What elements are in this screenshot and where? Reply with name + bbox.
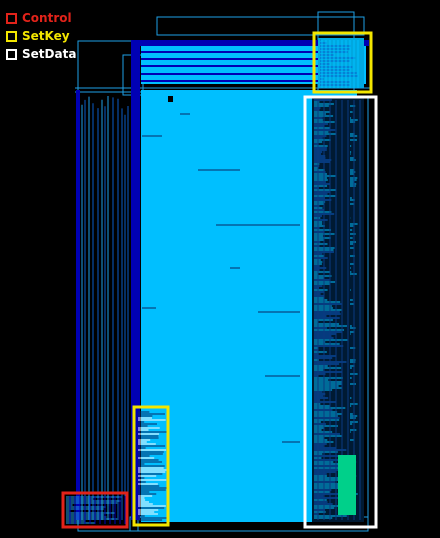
legend-label-control: Control	[22, 11, 72, 25]
legend-item-setdata: SetData	[6, 45, 76, 63]
legend: Control SetKey SetData	[6, 9, 76, 63]
bottom-left-wires	[66, 496, 126, 524]
left-vertical-wires	[76, 90, 129, 520]
chip-layout	[61, 11, 378, 532]
legend-swatch-setdata	[6, 48, 17, 60]
right-green-patch	[338, 455, 356, 515]
legend-item-setkey: SetKey	[6, 27, 76, 45]
legend-swatch-control	[6, 12, 17, 24]
legend-swatch-setkey	[6, 30, 17, 42]
legend-item-control: Control	[6, 9, 76, 27]
legend-label-setkey: SetKey	[22, 29, 70, 43]
legend-label-setdata: SetData	[22, 47, 77, 61]
